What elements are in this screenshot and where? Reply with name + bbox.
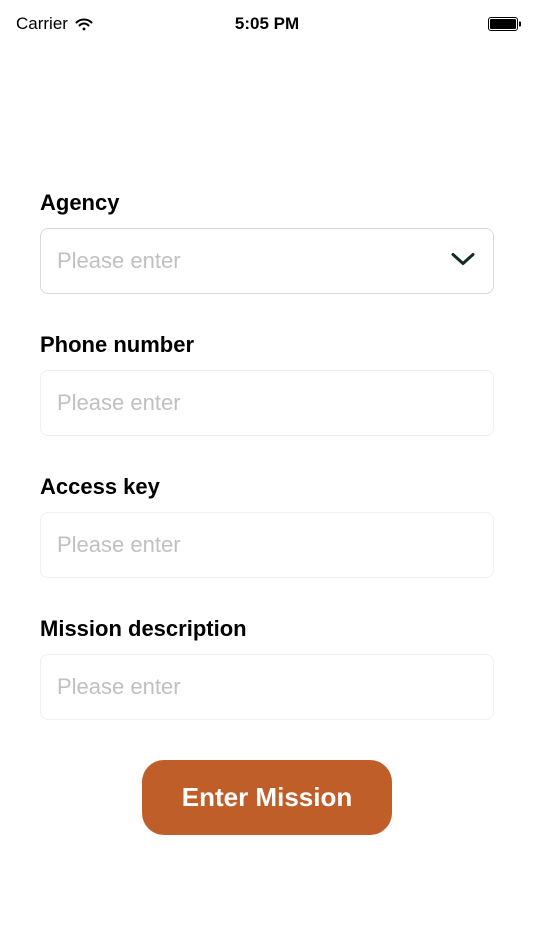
agency-label: Agency (40, 190, 494, 216)
status-time: 5:05 PM (235, 14, 299, 34)
form-container: Agency Phone number Access key Mission d… (0, 40, 534, 835)
agency-group: Agency (40, 190, 494, 294)
phone-label: Phone number (40, 332, 494, 358)
mission-label: Mission description (40, 616, 494, 642)
battery-icon (488, 17, 518, 31)
agency-select[interactable] (40, 228, 494, 294)
mission-group: Mission description (40, 616, 494, 720)
enter-mission-button[interactable]: Enter Mission (142, 760, 392, 835)
access-key-group: Access key (40, 474, 494, 578)
phone-input[interactable] (40, 370, 494, 436)
agency-select-wrapper (40, 228, 494, 294)
phone-group: Phone number (40, 332, 494, 436)
status-left: Carrier (16, 14, 94, 34)
wifi-icon (74, 17, 94, 32)
status-bar: Carrier 5:05 PM (0, 0, 534, 40)
access-key-label: Access key (40, 474, 494, 500)
button-container: Enter Mission (40, 760, 494, 835)
mission-input[interactable] (40, 654, 494, 720)
access-key-input[interactable] (40, 512, 494, 578)
status-right (488, 17, 518, 31)
carrier-label: Carrier (16, 14, 68, 34)
